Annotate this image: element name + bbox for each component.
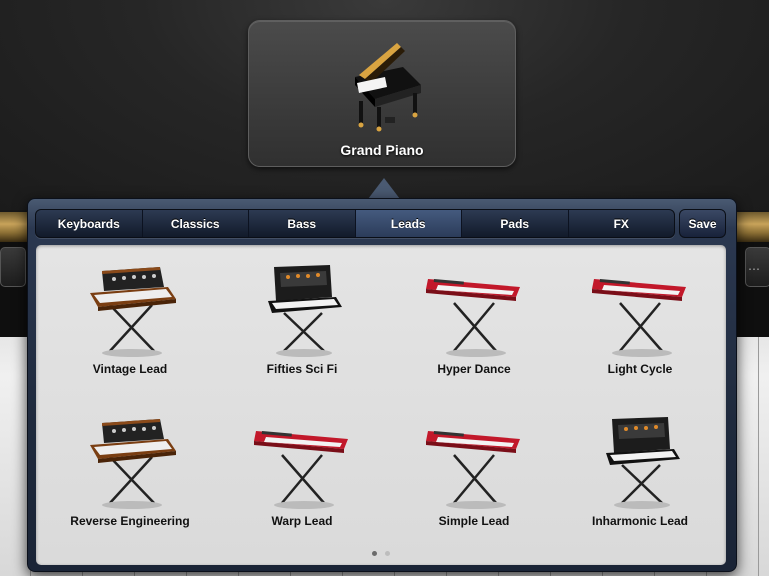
tab-classics[interactable]: Classics — [143, 210, 249, 237]
instrument-label: Reverse Engineering — [70, 514, 190, 528]
popover-arrow — [368, 178, 400, 199]
white-key-divider — [758, 337, 759, 576]
instrument-picker-popover: Keyboards Classics Bass Leads Pads FX Sa… — [27, 198, 737, 572]
instrument-tile-simple-lead[interactable]: Simple Lead — [388, 407, 560, 547]
page-dot-1[interactable] — [372, 551, 377, 556]
red-synth-icon — [592, 279, 686, 357]
instrument-label: Warp Lead — [271, 514, 333, 528]
tab-fx[interactable]: FX — [569, 210, 675, 237]
instrument-label: Vintage Lead — [92, 362, 168, 376]
instrument-tile-warp-lead[interactable]: Warp Lead — [216, 407, 388, 547]
tab-bass[interactable]: Bass — [249, 210, 356, 237]
red-synth-icon — [426, 431, 520, 509]
tab-pads[interactable]: Pads — [462, 210, 569, 237]
instrument-tile-reverse-engineering[interactable]: Reverse Engineering — [44, 407, 216, 547]
instrument-label: Inharmonic Lead — [591, 514, 689, 528]
red-synth-icon — [426, 279, 520, 357]
red-synth-icon — [254, 431, 348, 509]
instrument-card[interactable]: Grand Piano — [248, 20, 516, 167]
save-button[interactable]: Save — [679, 209, 726, 238]
instrument-tile-hyper-dance[interactable]: Hyper Dance — [388, 255, 560, 395]
vintage-synth-icon — [90, 267, 176, 357]
instrument-tile-inharmonic-lead[interactable]: Inharmonic Lead — [554, 407, 726, 547]
instrument-tile-light-cycle[interactable]: Light Cycle — [554, 255, 726, 395]
vintage-synth-icon — [90, 419, 176, 509]
black-synth-icon — [606, 417, 680, 509]
instrument-tile-vintage-lead[interactable]: Vintage Lead — [44, 255, 216, 395]
page-indicator[interactable] — [372, 551, 390, 556]
instrument-label: Hyper Dance — [437, 362, 511, 376]
instrument-grid: Vintage Lead Fifties Sci Fi Hyper Dance … — [36, 245, 726, 565]
page-dot-2[interactable] — [385, 551, 390, 556]
more-icon: ⋯ — [748, 262, 761, 276]
black-synth-icon — [268, 265, 342, 357]
instrument-label: Fifties Sci Fi — [266, 362, 338, 376]
category-tabs: Keyboards Classics Bass Leads Pads FX — [35, 209, 675, 238]
left-scroll-button[interactable] — [0, 247, 26, 287]
grand-piano-icon — [355, 43, 421, 132]
tab-leads[interactable]: Leads — [355, 210, 462, 237]
instrument-name: Grand Piano — [340, 142, 424, 158]
instrument-label: Simple Lead — [438, 514, 510, 528]
instrument-label: Light Cycle — [607, 362, 673, 376]
tab-keyboards[interactable]: Keyboards — [36, 210, 143, 237]
instrument-tile-fifties-sci-fi[interactable]: Fifties Sci Fi — [216, 255, 388, 395]
